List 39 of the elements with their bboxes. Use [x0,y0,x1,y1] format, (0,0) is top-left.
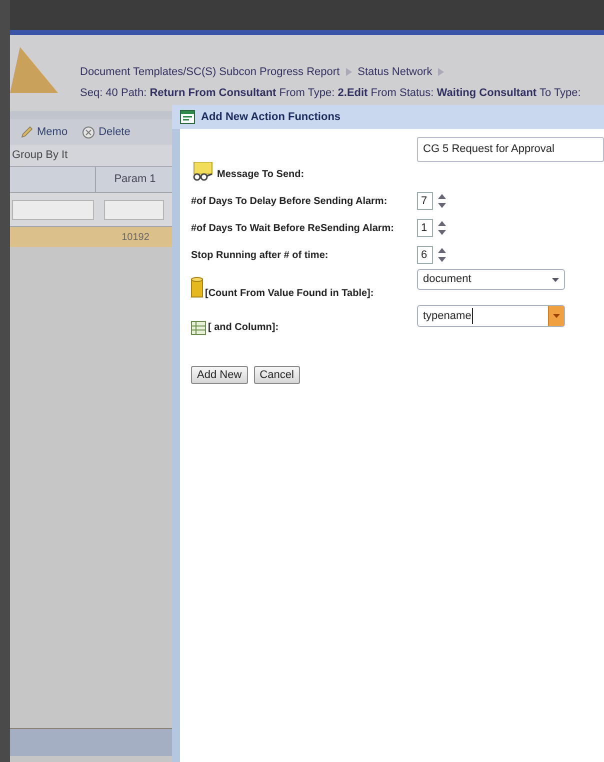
filter-field[interactable] [104,200,164,220]
delete-icon [82,126,95,138]
field-label: #of Days To Wait Before ReSending Alarm: [191,222,394,236]
field-label: [ and Column]: [208,321,279,335]
caret-icon [553,314,560,318]
text-field[interactable]: CG 5 Request for Approval [417,137,604,162]
dialog-title: Add New Action Functions [201,110,341,125]
spinner-arrows-icon[interactable] [438,221,446,235]
dialog-button[interactable]: Cancel [254,366,300,384]
cylinder-icon [191,277,203,299]
path-info: Seq: 40 Path: Return From Consultant From Type: 2.Edit From Status: Waiting Consultant To Type: [80,86,581,100]
field-label: Stop Running after # of time: [191,249,328,263]
spinner-arrows-icon[interactable] [438,194,446,208]
dropdown[interactable]: document [417,269,565,290]
number-field[interactable]: 6 [417,246,433,264]
spinner-arrows-icon[interactable] [438,248,446,262]
breadcrumb-link[interactable]: Document Templates/SC(S) Subcon Progress Report [80,64,340,80]
field-label: [Count From Value Found in Table]: [205,287,374,301]
dialog-button[interactable]: Add New [191,366,248,384]
chevron-icon [438,68,444,76]
filter-field[interactable] [12,200,94,220]
toolbar-button[interactable]: Memo [20,124,68,140]
combo-field[interactable]: typename [417,305,565,327]
envelope-glasses-icon [191,162,215,182]
logo-icon [10,45,60,95]
group-by-label: Group By It [10,145,175,167]
chevron-icon [346,68,352,76]
columns-icon [191,321,206,335]
dropdown-button[interactable] [548,306,564,326]
field-label: Message To Send: [217,168,304,182]
caret-icon [552,278,559,282]
field-label: #of Days To Delay Before Sending Alarm: [191,195,388,209]
table-cell-text: 10192 [120,230,150,244]
breadcrumb-link[interactable]: Status Network [358,64,432,80]
number-field[interactable]: 7 [417,192,433,210]
toolbar-button[interactable]: Delete [82,124,130,140]
number-field[interactable]: 1 [417,219,433,237]
pencil-icon [20,126,33,138]
window-icon [180,110,195,124]
